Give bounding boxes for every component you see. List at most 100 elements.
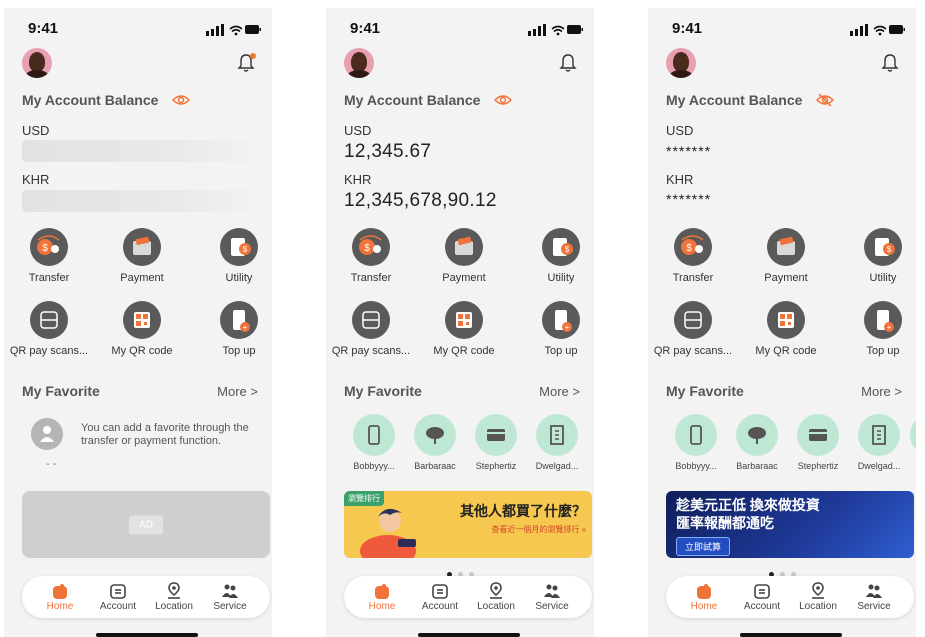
quick-action-label: Payment — [442, 272, 486, 284]
tab-service[interactable]: Service — [524, 582, 580, 612]
eye-icon[interactable] — [494, 93, 512, 107]
quick-action-transfer[interactable]: $ Transfer — [648, 228, 738, 284]
quick-action-my-qr[interactable]: My QR code — [419, 301, 509, 357]
quick-action-my-qr[interactable]: My QR code — [97, 301, 187, 357]
tab-account[interactable]: Account — [90, 582, 146, 612]
tab-home[interactable]: Home — [32, 582, 88, 612]
tab-home[interactable]: Home — [354, 582, 410, 612]
chevron-right-icon: > — [572, 384, 580, 399]
qr-scan-icon — [352, 301, 390, 339]
location-pin-icon — [165, 582, 183, 600]
balance-title: My Account Balance — [344, 92, 481, 108]
quick-action-utility[interactable]: $ Utility — [838, 228, 916, 284]
avatar[interactable] — [22, 48, 52, 78]
notification-bell-icon[interactable] — [558, 52, 578, 74]
favorite-item[interactable]: Bobbyyy... — [668, 414, 724, 471]
svg-text:+: + — [565, 323, 570, 332]
account-icon — [753, 582, 771, 600]
khr-label: KHR — [666, 172, 694, 187]
favorite-item[interactable]: Stephertiz — [790, 414, 846, 471]
quick-action-payment[interactable]: Payment — [419, 228, 509, 284]
quick-action-label: QR pay scans... — [331, 345, 411, 357]
tab-location[interactable]: Location — [468, 582, 524, 612]
quick-action-top-up[interactable]: + Top up — [194, 301, 272, 357]
quick-action-utility[interactable]: $ Utility — [194, 228, 272, 284]
quick-action-top-up[interactable]: + Top up — [838, 301, 916, 357]
account-icon — [109, 582, 127, 600]
avatar[interactable] — [666, 48, 696, 78]
banner-cta-button[interactable]: 立即試算 — [676, 537, 731, 556]
status-bar: 9:41 — [648, 20, 916, 40]
eye-icon[interactable] — [172, 93, 190, 107]
svg-text:+: + — [887, 323, 892, 332]
balance-title: My Account Balance — [22, 92, 159, 108]
bottom-tab-bar: Home Account Location Service — [666, 576, 914, 618]
ad-label: AD — [129, 515, 163, 534]
tab-account[interactable]: Account — [412, 582, 468, 612]
avatar[interactable] — [344, 48, 374, 78]
quick-action-label: Payment — [120, 272, 164, 284]
quick-action-qr-pay[interactable]: QR pay scans... — [326, 301, 416, 357]
tab-location[interactable]: Location — [790, 582, 846, 612]
khr-balance: 12,345,678,90.12 — [344, 190, 497, 211]
usd-label: USD — [22, 123, 50, 138]
favorite-item[interactable]: Barbaraac — [407, 414, 463, 471]
home-screen-balance-shown: 9:41 My Account Balance USD 12,345.67 KH… — [326, 8, 594, 637]
quick-action-transfer[interactable]: $ Transfer — [4, 228, 94, 284]
promo-banner[interactable]: 瀏覽排行 其他人都買了什麼？ 查看近一個月的瀏覽排行 » — [344, 491, 592, 558]
favorite-title: My Favorite — [22, 383, 100, 399]
favorite-empty-text: You can add a favorite through the trans… — [81, 422, 249, 447]
location-pin-icon — [809, 582, 827, 600]
tab-service[interactable]: Service — [202, 582, 258, 612]
svg-text:$: $ — [364, 243, 370, 254]
quick-action-transfer[interactable]: $ Transfer — [326, 228, 416, 284]
screens-stage: 9:41 My Account Balance USD KHR $ Transf… — [0, 0, 925, 637]
banner-headline: 趁美元正低 換來做投資 匯率報酬都通吃 — [676, 497, 820, 531]
quick-action-label: Transfer — [28, 272, 70, 284]
quick-action-payment[interactable]: Payment — [741, 228, 831, 284]
promo-banner[interactable]: 趁美元正低 換來做投資 匯率報酬都通吃 立即試算 — [666, 491, 914, 558]
svg-text:$: $ — [686, 243, 692, 254]
status-icons — [206, 24, 261, 36]
service-people-icon — [865, 582, 883, 600]
tab-service[interactable]: Service — [846, 582, 902, 612]
tab-account[interactable]: Account — [734, 582, 790, 612]
service-people-icon — [221, 582, 239, 600]
quick-action-label: Transfer — [672, 272, 714, 284]
building-icon — [858, 414, 900, 456]
quick-action-payment[interactable]: Payment — [97, 228, 187, 284]
favorite-item-partial[interactable]: D — [903, 414, 916, 471]
ad-placeholder: AD — [22, 491, 270, 558]
favorite-item[interactable]: Stephertiz — [468, 414, 524, 471]
quick-action-my-qr[interactable]: My QR code — [741, 301, 831, 357]
more-link[interactable]: More > — [217, 384, 258, 399]
qr-code-icon — [445, 301, 483, 339]
svg-text:+: + — [243, 323, 248, 332]
favorite-title: My Favorite — [344, 383, 422, 399]
favorite-item[interactable]: Dwelgad... — [529, 414, 585, 471]
home-screen-hidden-loading: 9:41 My Account Balance USD KHR $ Transf… — [4, 8, 272, 637]
quick-action-qr-pay[interactable]: QR pay scans... — [4, 301, 94, 357]
eye-slash-icon[interactable] — [816, 93, 834, 107]
favorite-item[interactable]: Bobbyyy... — [346, 414, 402, 471]
quick-action-qr-pay[interactable]: QR pay scans... — [648, 301, 738, 357]
location-pin-icon — [487, 582, 505, 600]
favorite-item[interactable]: Barbaraac — [729, 414, 785, 471]
favorite-item[interactable]: Dwelgad... — [851, 414, 907, 471]
chevron-right-icon: > — [894, 384, 902, 399]
more-link[interactable]: More > — [861, 384, 902, 399]
home-icon — [695, 582, 713, 600]
tab-home[interactable]: Home — [676, 582, 732, 612]
quick-action-utility[interactable]: $ Utility — [516, 228, 594, 284]
more-link[interactable]: More > — [539, 384, 580, 399]
notification-bell-icon[interactable] — [880, 52, 900, 74]
quick-action-label: Payment — [764, 272, 808, 284]
account-icon — [431, 582, 449, 600]
home-indicator — [96, 633, 198, 637]
quick-action-top-up[interactable]: + Top up — [516, 301, 594, 357]
quick-action-label: My QR code — [755, 345, 817, 357]
notification-bell-icon[interactable] — [236, 52, 256, 74]
utility-bill-icon: $ — [864, 228, 902, 266]
wallet-icon — [767, 228, 805, 266]
tab-location[interactable]: Location — [146, 582, 202, 612]
